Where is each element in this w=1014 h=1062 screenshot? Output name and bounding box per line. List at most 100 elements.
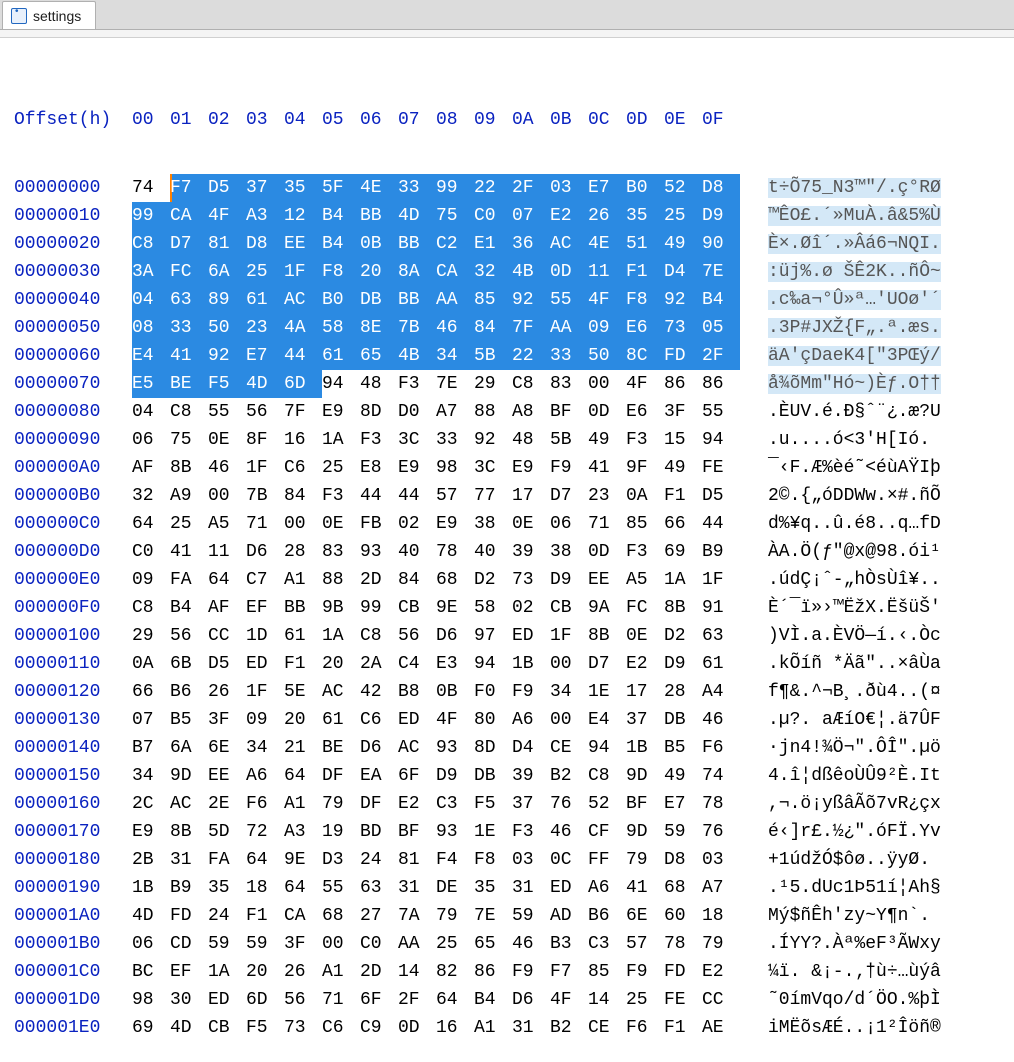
hex-byte[interactable]: 99 — [436, 174, 474, 202]
hex-byte[interactable]: 33 — [436, 426, 474, 454]
hex-byte[interactable]: BF — [626, 790, 664, 818]
hex-byte[interactable]: 8F — [246, 426, 284, 454]
hex-byte[interactable]: 49 — [664, 454, 702, 482]
hex-byte[interactable]: 29 — [132, 622, 170, 650]
hex-byte[interactable]: 19 — [322, 818, 360, 846]
hex-byte[interactable]: B6 — [170, 678, 208, 706]
hex-byte[interactable]: 9F — [626, 454, 664, 482]
hex-byte[interactable]: 7B — [246, 482, 284, 510]
hex-byte[interactable]: AC — [170, 790, 208, 818]
hex-byte[interactable]: 3F — [208, 706, 246, 734]
hex-byte[interactable]: 00 — [284, 510, 322, 538]
hex-row[interactable]: 00000170E98B5D72A319BDBF931EF346CF9D5976… — [14, 818, 1008, 846]
hex-byte[interactable]: 4D — [170, 1014, 208, 1042]
hex-byte[interactable]: 84 — [474, 314, 512, 342]
hex-byte[interactable]: FC — [170, 258, 208, 286]
hex-byte[interactable]: E4 — [132, 342, 170, 370]
hex-byte[interactable]: E9 — [322, 398, 360, 426]
hex-byte[interactable]: F3 — [398, 370, 436, 398]
hex-byte[interactable]: 15 — [664, 426, 702, 454]
hex-byte[interactable]: 55 — [702, 398, 740, 426]
hex-byte[interactable]: D5 — [702, 482, 740, 510]
hex-byte[interactable]: FD — [664, 342, 702, 370]
hex-byte[interactable]: 94 — [702, 426, 740, 454]
hex-byte[interactable]: D9 — [550, 566, 588, 594]
hex-byte[interactable]: EE — [588, 566, 626, 594]
hex-byte[interactable]: B5 — [664, 734, 702, 762]
hex-byte[interactable]: F5 — [474, 790, 512, 818]
hex-byte[interactable]: 88 — [474, 398, 512, 426]
hex-byte[interactable]: 22 — [512, 342, 550, 370]
hex-byte[interactable]: 86 — [664, 370, 702, 398]
hex-byte[interactable]: 90 — [702, 230, 740, 258]
hex-row[interactable]: 0000009006750E8F161AF33C3392485B49F31594… — [14, 426, 1008, 454]
hex-byte[interactable]: F6 — [246, 790, 284, 818]
ascii-text[interactable]: ¼ï. &¡-.‚†ù÷…ùýâ — [768, 958, 1004, 986]
hex-byte[interactable]: 37 — [626, 706, 664, 734]
hex-byte[interactable]: F1 — [664, 482, 702, 510]
ascii-text[interactable]: d%¥q..û.é8..q…fD — [768, 510, 1004, 538]
hex-byte[interactable]: A1 — [284, 790, 322, 818]
hex-byte[interactable]: E9 — [398, 454, 436, 482]
hex-byte[interactable]: 06 — [550, 510, 588, 538]
hex-row[interactable]: 000001B006CD59593F00C0AA256546B3C3577879… — [14, 930, 1008, 958]
hex-byte[interactable]: F1 — [246, 902, 284, 930]
hex-byte[interactable]: 07 — [132, 706, 170, 734]
hex-byte[interactable]: 5F — [322, 174, 360, 202]
hex-byte[interactable]: FA — [208, 846, 246, 874]
hex-byte[interactable]: 59 — [664, 818, 702, 846]
hex-byte[interactable]: 44 — [284, 342, 322, 370]
ascii-text[interactable]: .3P#JXŽ{F„.ª.æs. — [768, 314, 1004, 342]
hex-editor[interactable]: Offset(h) 000102030405060708090A0B0C0D0E… — [0, 38, 1014, 1062]
hex-byte[interactable]: D6 — [246, 538, 284, 566]
hex-byte[interactable]: F1 — [626, 258, 664, 286]
hex-byte[interactable]: C8 — [132, 230, 170, 258]
hex-row[interactable]: 000001002956CC1D611AC856D697ED1F8B0ED263… — [14, 622, 1008, 650]
hex-byte[interactable]: D2 — [664, 622, 702, 650]
hex-byte[interactable]: 25 — [322, 454, 360, 482]
hex-byte[interactable]: 65 — [474, 930, 512, 958]
hex-row[interactable]: 000000F0C8B4AFEFBB9B99CB9E5802CB9AFC8B91… — [14, 594, 1008, 622]
hex-byte[interactable]: 76 — [702, 818, 740, 846]
hex-row[interactable]: 0000004004638961ACB0DBBBAA8592554FF892B4… — [14, 286, 1008, 314]
hex-byte[interactable]: B4 — [170, 594, 208, 622]
hex-byte[interactable]: A6 — [512, 706, 550, 734]
hex-byte[interactable]: 03 — [702, 846, 740, 874]
hex-byte[interactable]: A8 — [512, 398, 550, 426]
hex-byte[interactable]: 44 — [360, 482, 398, 510]
hex-byte[interactable]: 7E — [702, 258, 740, 286]
hex-byte[interactable]: E2 — [550, 202, 588, 230]
hex-byte[interactable]: 4B — [398, 342, 436, 370]
hex-byte[interactable]: B7 — [132, 734, 170, 762]
ascii-text[interactable]: .údÇ¡ˆ-„hÒsÙî¥.. — [768, 566, 1004, 594]
hex-byte[interactable]: BF — [550, 398, 588, 426]
hex-byte[interactable]: E2 — [626, 650, 664, 678]
ascii-text[interactable]: t÷Õ75_N3™"/.ç°RØ — [768, 174, 1004, 202]
hex-byte[interactable]: 6B — [170, 650, 208, 678]
hex-byte[interactable]: 72 — [246, 818, 284, 846]
ascii-text[interactable]: :üj%.ø ŠÊ2K..ñÔ~ — [768, 258, 1004, 286]
hex-byte[interactable]: F6 — [702, 734, 740, 762]
hex-byte[interactable]: F3 — [360, 426, 398, 454]
hex-byte[interactable]: 75 — [170, 426, 208, 454]
hex-byte[interactable]: 9D — [626, 762, 664, 790]
hex-byte[interactable]: 1E — [474, 818, 512, 846]
hex-byte[interactable]: 8C — [626, 342, 664, 370]
hex-byte[interactable]: 93 — [436, 818, 474, 846]
hex-byte[interactable]: 59 — [512, 902, 550, 930]
hex-byte[interactable]: 05 — [702, 314, 740, 342]
hex-byte[interactable]: 98 — [436, 454, 474, 482]
hex-byte[interactable]: 5D — [208, 818, 246, 846]
hex-byte[interactable]: FC — [626, 594, 664, 622]
hex-byte[interactable]: C0 — [360, 930, 398, 958]
hex-row[interactable]: 00000070E5BEF54D6D9448F37E29C883004F8686… — [14, 370, 1008, 398]
hex-byte[interactable]: 9A — [588, 594, 626, 622]
hex-byte[interactable]: 25 — [626, 986, 664, 1014]
hex-byte[interactable]: 9B — [322, 594, 360, 622]
hex-byte[interactable]: 2F — [398, 986, 436, 1014]
hex-byte[interactable]: 24 — [360, 846, 398, 874]
hex-byte[interactable]: D0 — [398, 398, 436, 426]
hex-byte[interactable]: 49 — [664, 762, 702, 790]
hex-byte[interactable]: 82 — [436, 958, 474, 986]
ascii-text[interactable]: 2©.{„óDDWw.×#.ñÕ — [768, 482, 1004, 510]
